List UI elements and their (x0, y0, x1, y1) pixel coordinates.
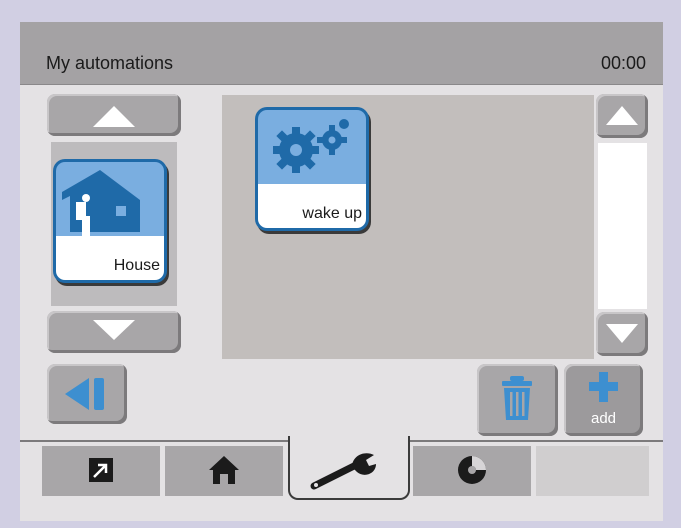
add-label: add (590, 410, 617, 427)
triangle-down-icon (93, 320, 135, 340)
category-scroll-down-button[interactable] (47, 311, 181, 353)
automation-tile-wake-up[interactable]: wake up (255, 107, 369, 231)
gears-icon (273, 119, 349, 173)
scroll-up-button[interactable] (596, 94, 648, 138)
clock: 00:00 (600, 53, 646, 73)
scroll-down-button[interactable] (596, 312, 648, 356)
category-scroll-up-button[interactable] (47, 94, 181, 136)
back-button[interactable] (47, 364, 127, 424)
tile-label: House (113, 257, 160, 274)
category-tile-house[interactable]: House (53, 159, 167, 283)
tile-icon-area (56, 162, 164, 236)
page-title: My automations (46, 53, 174, 73)
category-list: House (51, 142, 177, 306)
trash-icon (502, 376, 532, 420)
triangle-up-icon (606, 106, 638, 125)
shortcut-arrow-icon (89, 458, 113, 482)
house-icon (62, 170, 140, 236)
automation-grid: wake up (222, 95, 594, 359)
scrollbar-track[interactable] (598, 143, 647, 309)
tab-home[interactable] (165, 446, 283, 496)
delete-button[interactable] (477, 364, 558, 436)
tab-empty (536, 446, 649, 496)
tile-label: wake up (302, 205, 362, 222)
tab-shortcuts[interactable] (42, 446, 160, 496)
triangle-up-icon (93, 106, 135, 127)
back-icon (65, 378, 104, 410)
wrench-icon (310, 453, 376, 490)
tile-label-area: wake up (258, 184, 366, 228)
title-bar: My automations 00:00 (20, 22, 663, 85)
tile-label-area: House (56, 236, 164, 280)
triangle-down-icon (606, 324, 638, 343)
home-icon (209, 456, 239, 484)
tab-media[interactable] (413, 446, 531, 496)
tab-settings[interactable] (288, 436, 410, 500)
add-button[interactable]: add (564, 364, 643, 436)
disc-icon (458, 456, 486, 484)
device-screen: My automations 00:00 House wake up add (20, 22, 663, 521)
tile-icon-area (258, 110, 366, 184)
